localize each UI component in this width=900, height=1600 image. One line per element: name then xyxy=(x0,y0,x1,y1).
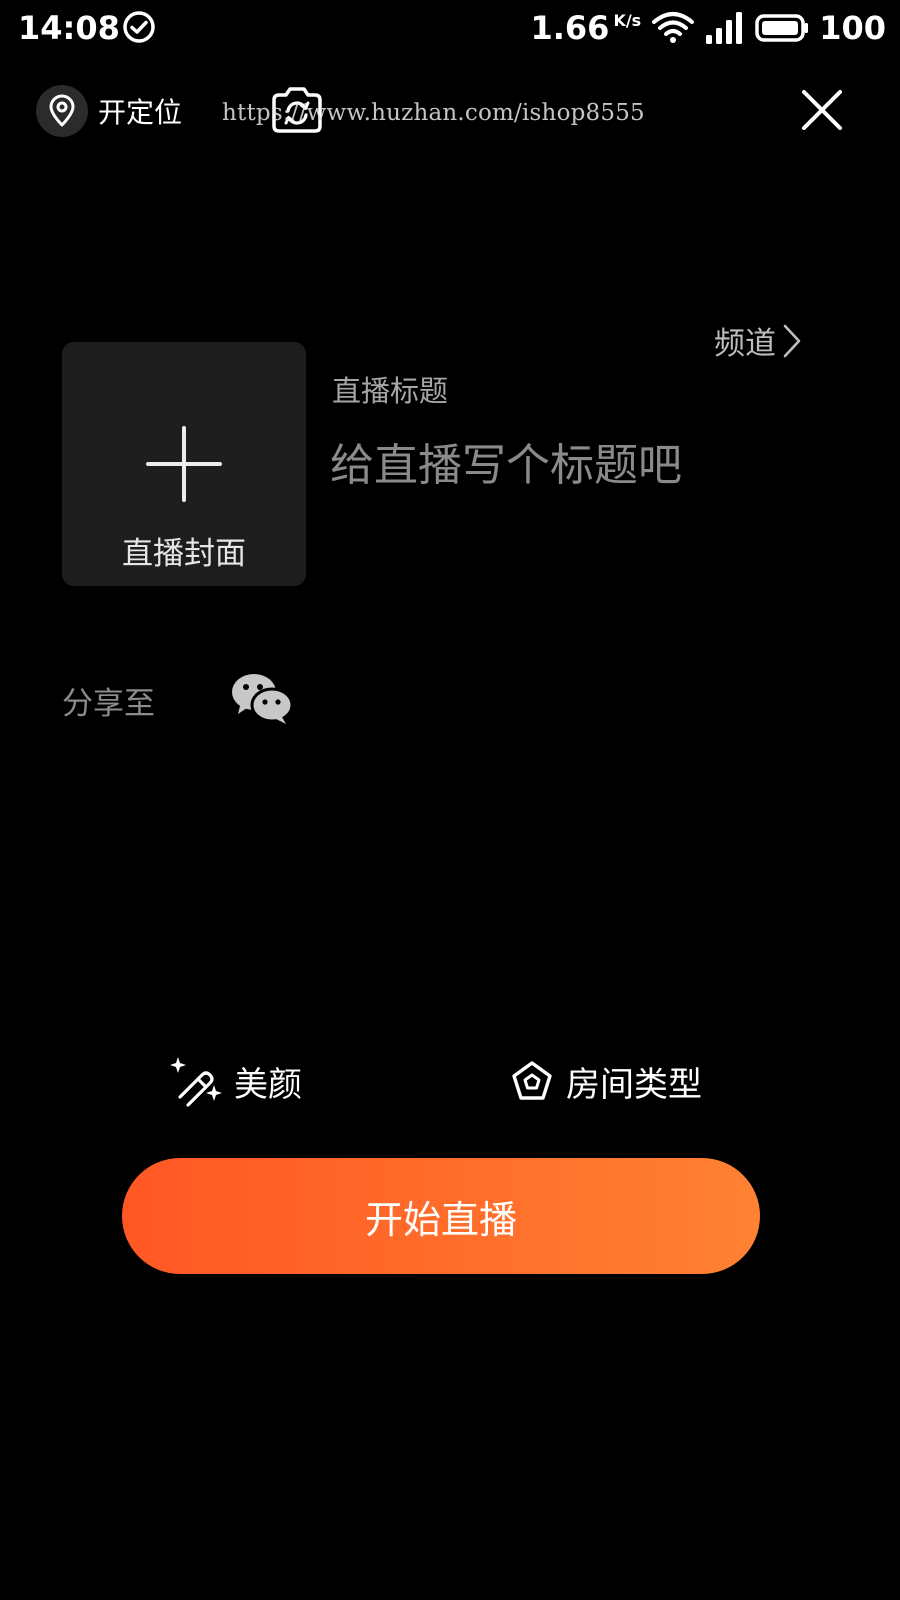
beauty-button[interactable]: 美颜 xyxy=(170,1056,302,1107)
pentagon-icon xyxy=(512,1061,552,1100)
battery-level: 100 xyxy=(819,9,886,47)
check-circle-icon xyxy=(123,11,155,43)
plus-icon xyxy=(146,426,222,502)
network-speed-value: 1.66 xyxy=(530,9,610,47)
location-label: 开定位 xyxy=(98,96,183,129)
battery-icon xyxy=(755,14,809,42)
room-type-label: 房间类型 xyxy=(566,1064,702,1105)
share-label: 分享至 xyxy=(62,686,155,722)
beauty-label: 美颜 xyxy=(234,1064,302,1105)
magic-wand-icon xyxy=(170,1057,222,1107)
title-caption: 直播标题 xyxy=(332,374,449,408)
title-input[interactable] xyxy=(330,440,850,491)
start-live-button[interactable]: 开始直播 xyxy=(122,1158,760,1274)
status-time: 14:08 xyxy=(18,9,120,47)
cover-upload-button[interactable]: 直播封面 xyxy=(62,342,306,586)
wechat-icon[interactable] xyxy=(230,672,294,726)
status-indicators: 1.66 K/s 100 xyxy=(530,6,886,50)
cover-label: 直播封面 xyxy=(122,536,246,572)
location-pin-icon xyxy=(49,94,75,127)
room-type-button[interactable]: 房间类型 xyxy=(510,1056,702,1106)
signal-icon xyxy=(706,12,743,44)
location-icon-container xyxy=(36,85,88,137)
watermark-text: https://www.huzhan.com/ishop8555 xyxy=(222,100,645,126)
channel-selector[interactable]: 频道 xyxy=(714,318,802,363)
location-toggle-button[interactable]: 开定位 xyxy=(36,85,182,137)
close-icon[interactable] xyxy=(796,84,848,136)
chevron-right-icon xyxy=(783,324,801,357)
network-speed: 1.66 K/s xyxy=(530,9,641,47)
channel-label: 频道 xyxy=(714,326,776,362)
network-speed-unit: K/s xyxy=(613,11,642,30)
wifi-icon xyxy=(652,12,695,43)
